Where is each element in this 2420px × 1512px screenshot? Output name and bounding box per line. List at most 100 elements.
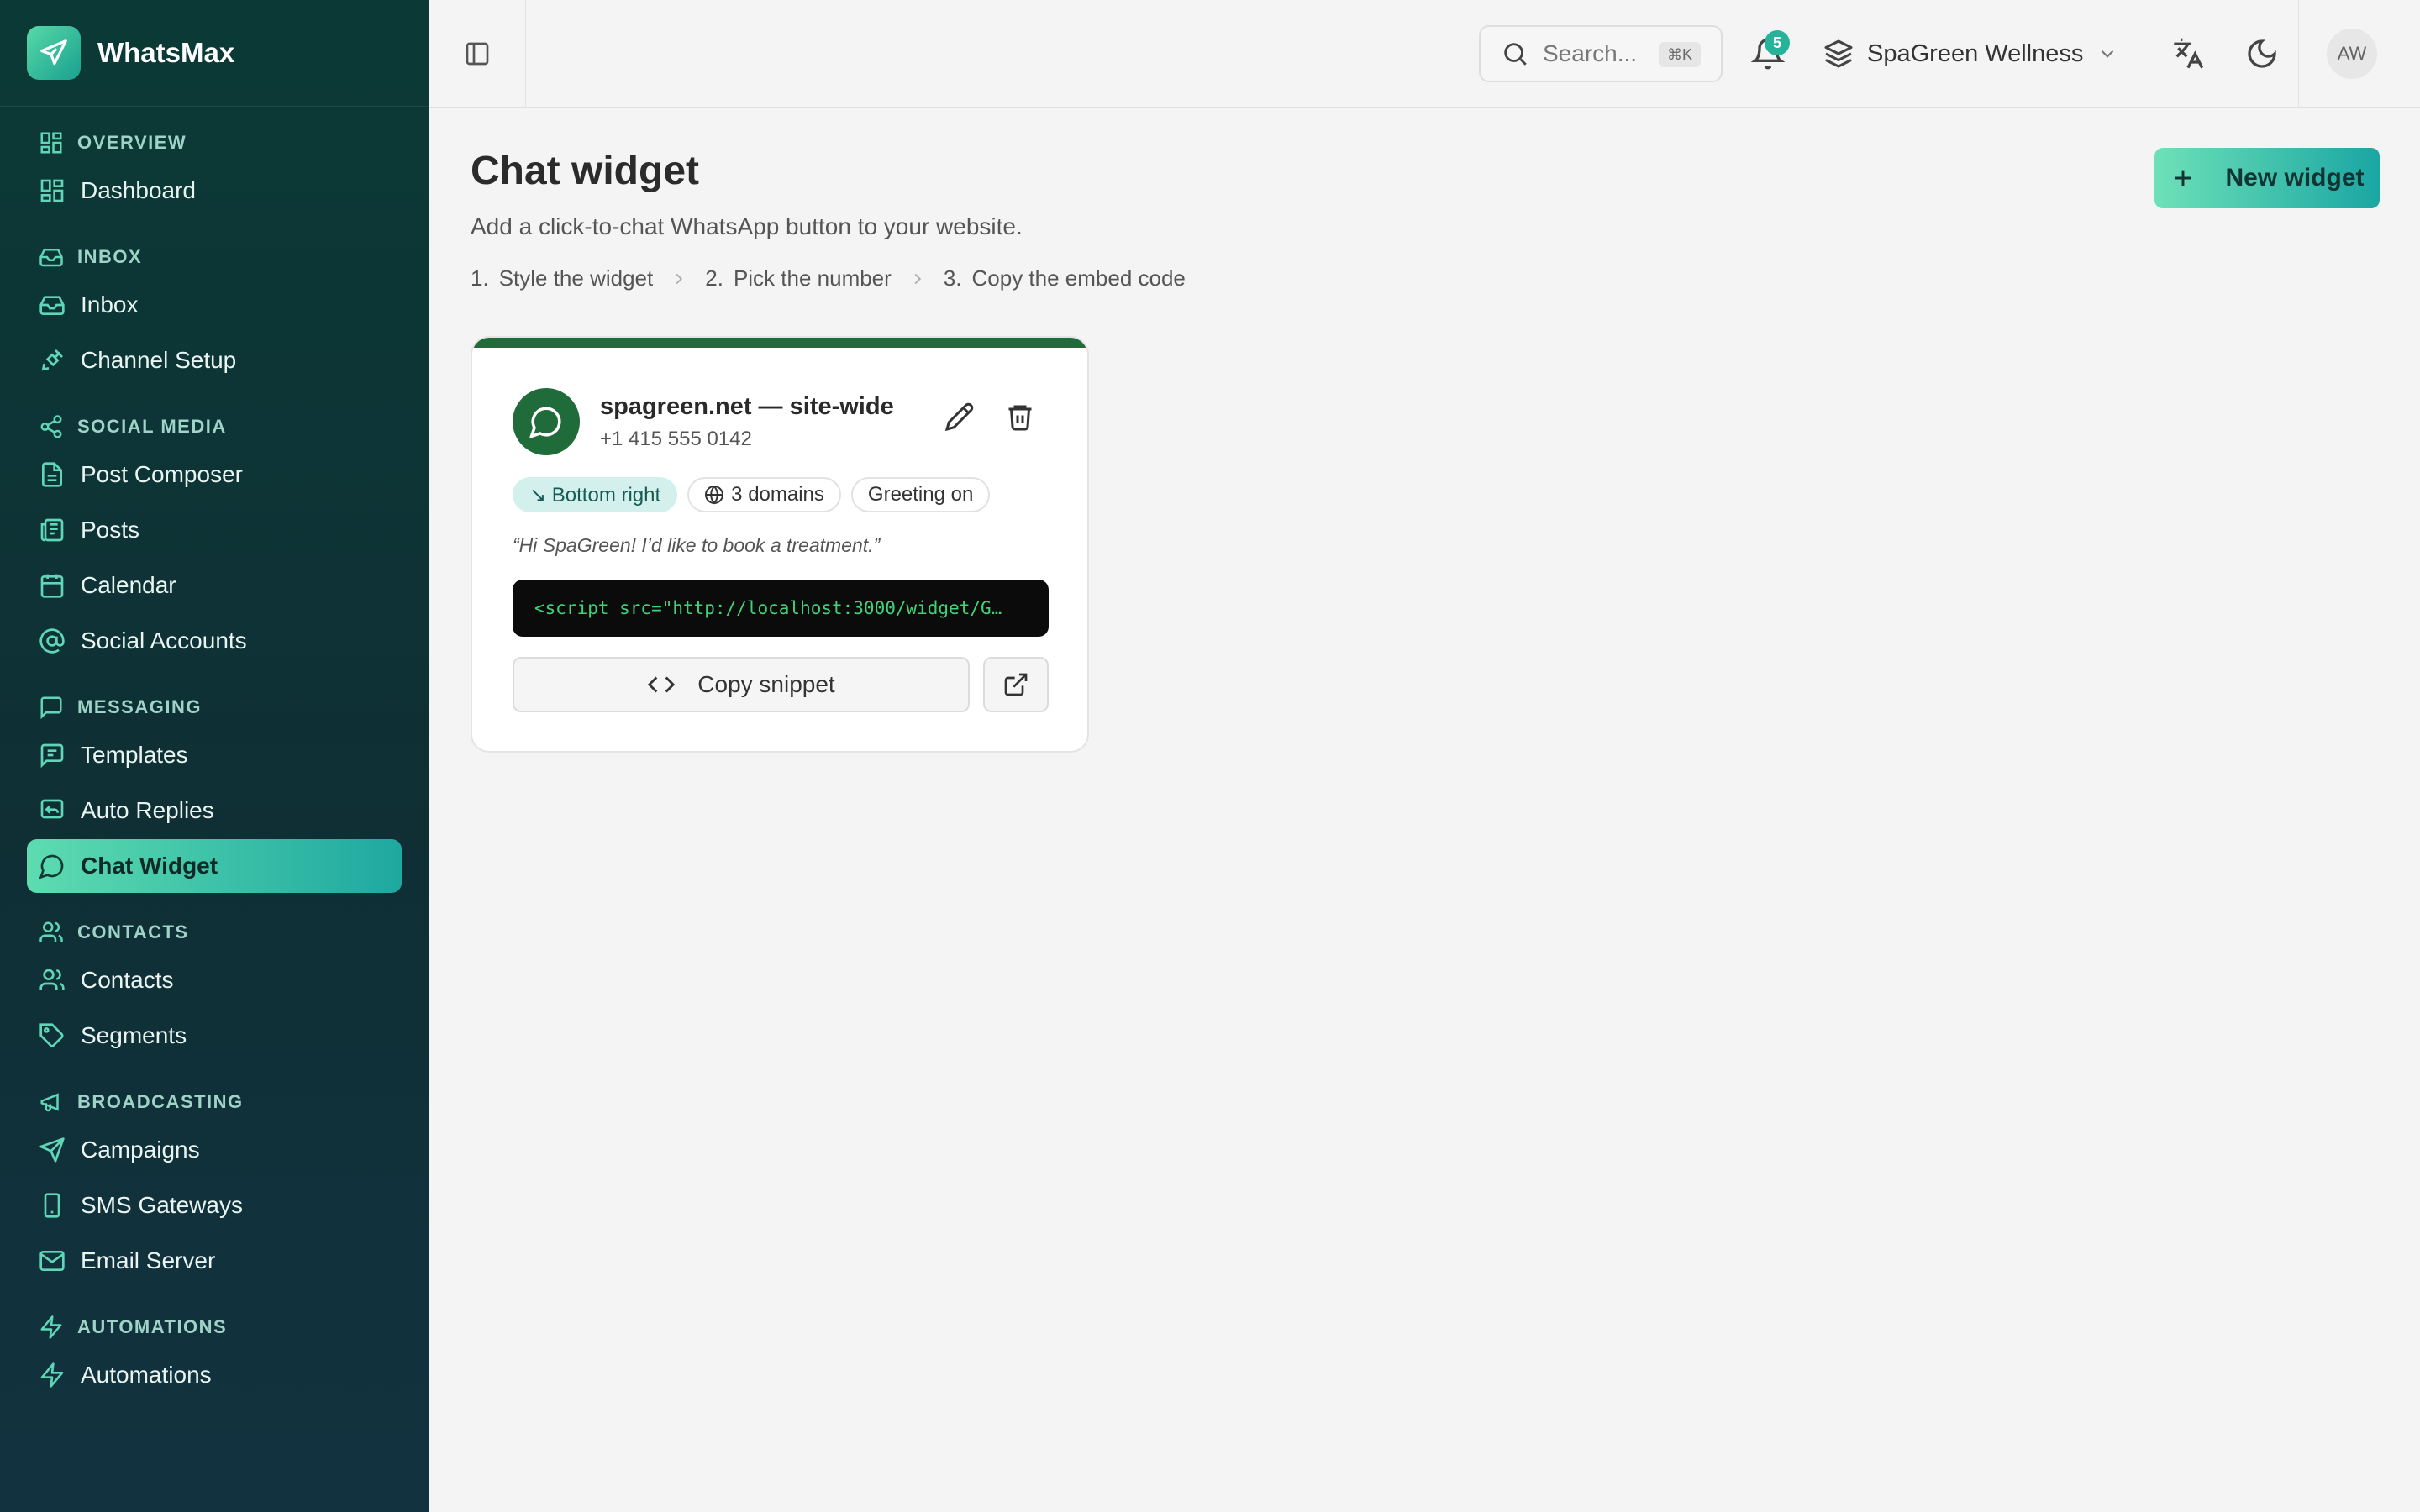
- sidebar-item-label: Automations: [81, 1362, 212, 1388]
- section-title: BROADCASTING: [77, 1091, 244, 1112]
- brand[interactable]: WhatsMax: [0, 0, 429, 107]
- domains-chip: 3 domains: [687, 477, 841, 512]
- avatar[interactable]: AW: [2327, 29, 2377, 79]
- newspaper-icon: [39, 517, 66, 543]
- sidebar-item-label: Chat Widget: [81, 853, 218, 879]
- section-broadcasting: BROADCASTING: [0, 1083, 429, 1121]
- section-title: OVERVIEW: [77, 132, 187, 153]
- dashboard-icon: [39, 177, 66, 204]
- chevron-right-icon: [670, 270, 688, 288]
- sidebar-item-campaigns[interactable]: Campaigns: [27, 1123, 402, 1177]
- sidebar-item-calendar[interactable]: Calendar: [27, 559, 402, 612]
- external-link-icon: [1002, 671, 1029, 698]
- brand-name: WhatsMax: [97, 37, 235, 68]
- card-header: spagreen.net — site-wide +1 415 555 0142: [513, 388, 894, 455]
- section-title: CONTACTS: [77, 921, 189, 942]
- sidebar-item-label: Dashboard: [81, 177, 196, 203]
- sidebar-item-email-server[interactable]: Email Server: [27, 1234, 402, 1288]
- calendar-icon: [39, 572, 66, 599]
- plug-icon: [39, 347, 66, 374]
- chevron-right-icon: [908, 270, 927, 288]
- section-title: INBOX: [77, 246, 143, 267]
- open-external-button[interactable]: [983, 657, 1049, 712]
- sidebar-item-social-accounts[interactable]: Social Accounts: [27, 614, 402, 668]
- step-label: Pick the number: [733, 265, 892, 291]
- sidebar-item-chat-widget[interactable]: Chat Widget: [27, 839, 402, 893]
- users-icon: [39, 920, 64, 945]
- sidebar-item-inbox[interactable]: Inbox: [27, 278, 402, 332]
- sidebar-item-contacts[interactable]: Contacts: [27, 953, 402, 1007]
- sidebar-item-label: Calendar: [81, 572, 176, 598]
- section-title: SOCIAL MEDIA: [77, 416, 227, 437]
- users-icon: [39, 967, 66, 994]
- domains-chip-label: 3 domains: [731, 483, 824, 506]
- sidebar-item-label: Social Accounts: [81, 627, 247, 654]
- widget-chips: ↘ Bottom right 3 domains Greeting on: [513, 477, 1000, 512]
- sidebar-item-label: Posts: [81, 517, 140, 543]
- section-title: MESSAGING: [77, 696, 202, 717]
- code-icon: [647, 670, 676, 699]
- widget-card: spagreen.net — site-wide +1 415 555 0142…: [471, 336, 1089, 753]
- topbar-divider: [2298, 0, 2299, 107]
- megaphone-icon: [39, 1089, 64, 1115]
- phone-icon: [39, 1192, 66, 1219]
- sidebar-item-label: Auto Replies: [81, 797, 214, 823]
- inbox-icon: [39, 244, 64, 270]
- workspace-name: SpaGreen Wellness: [1867, 39, 2084, 67]
- zap-icon: [39, 1315, 64, 1340]
- sidebar-item-sms-gateways[interactable]: SMS Gateways: [27, 1179, 402, 1232]
- section-overview: OVERVIEW: [0, 123, 429, 162]
- sidebar-nav: OVERVIEW Dashboard INBOX Inbox Channel S…: [0, 107, 429, 1402]
- sidebar-item-label: Templates: [81, 742, 188, 768]
- new-widget-label: New widget: [2225, 164, 2365, 192]
- card-title-group: spagreen.net — site-wide +1 415 555 0142: [600, 393, 894, 451]
- search-shortcut: ⌘K: [1658, 42, 1701, 67]
- sidebar-item-automations[interactable]: Automations: [27, 1348, 402, 1402]
- topbar: Search... ⌘K 5 SpaGreen Wellness AW: [429, 0, 2420, 108]
- moon-icon[interactable]: [2245, 37, 2279, 71]
- translate-icon[interactable]: [2171, 37, 2205, 71]
- section-inbox: INBOX: [0, 238, 429, 276]
- sidebar-item-segments[interactable]: Segments: [27, 1009, 402, 1063]
- mail-icon: [39, 1247, 66, 1274]
- section-messaging: MESSAGING: [0, 688, 429, 727]
- sidebar-item-channel-setup[interactable]: Channel Setup: [27, 333, 402, 387]
- globe-icon: [704, 485, 724, 505]
- zap-icon: [39, 1362, 66, 1389]
- sidebar-item-templates[interactable]: Templates: [27, 728, 402, 782]
- page-title: Chat widget: [471, 149, 699, 193]
- search-placeholder: Search...: [1543, 40, 1638, 66]
- embed-snippet[interactable]: <script src="http://localhost:3000/widge…: [513, 580, 1049, 637]
- at-sign-icon: [39, 627, 66, 654]
- widget-phone: +1 415 555 0142: [600, 427, 752, 450]
- sidebar-item-label: Inbox: [81, 291, 139, 318]
- notification-badge: 5: [1765, 30, 1790, 55]
- share-icon: [39, 414, 64, 439]
- sidebar-item-label: Campaigns: [81, 1137, 200, 1163]
- step-number: 3.: [943, 265, 962, 291]
- sidebar-item-posts[interactable]: Posts: [27, 503, 402, 557]
- section-contacts: CONTACTS: [0, 913, 429, 952]
- new-widget-button[interactable]: New widget: [2154, 148, 2380, 208]
- grid-icon: [39, 130, 64, 155]
- whatsapp-chat-icon: [513, 388, 580, 455]
- search-icon: [1501, 39, 1529, 68]
- embed-snippet-text: <script src="http://localhost:3000/widge…: [534, 598, 1002, 618]
- search-input[interactable]: Search... ⌘K: [1479, 25, 1723, 82]
- sidebar-item-label: Email Server: [81, 1247, 216, 1273]
- sidebar: WhatsMax OVERVIEW Dashboard INBOX Inbox …: [0, 0, 429, 1512]
- reply-icon: [39, 797, 66, 824]
- position-chip: ↘ Bottom right: [513, 477, 678, 512]
- workspace-switcher[interactable]: SpaGreen Wellness: [1823, 34, 2118, 74]
- copy-snippet-label: Copy snippet: [697, 671, 835, 697]
- trash-icon[interactable]: [1005, 402, 1035, 432]
- copy-snippet-button[interactable]: Copy snippet: [513, 657, 970, 712]
- tag-icon: [39, 1022, 66, 1049]
- sidebar-toggle-icon: [464, 40, 491, 67]
- page-subtitle: Add a click-to-chat WhatsApp button to y…: [471, 213, 1023, 239]
- edit-icon[interactable]: [944, 402, 975, 432]
- sidebar-item-dashboard[interactable]: Dashboard: [27, 164, 402, 218]
- sidebar-toggle-button[interactable]: [429, 0, 526, 107]
- sidebar-item-post-composer[interactable]: Post Composer: [27, 448, 402, 501]
- sidebar-item-auto-replies[interactable]: Auto Replies: [27, 784, 402, 837]
